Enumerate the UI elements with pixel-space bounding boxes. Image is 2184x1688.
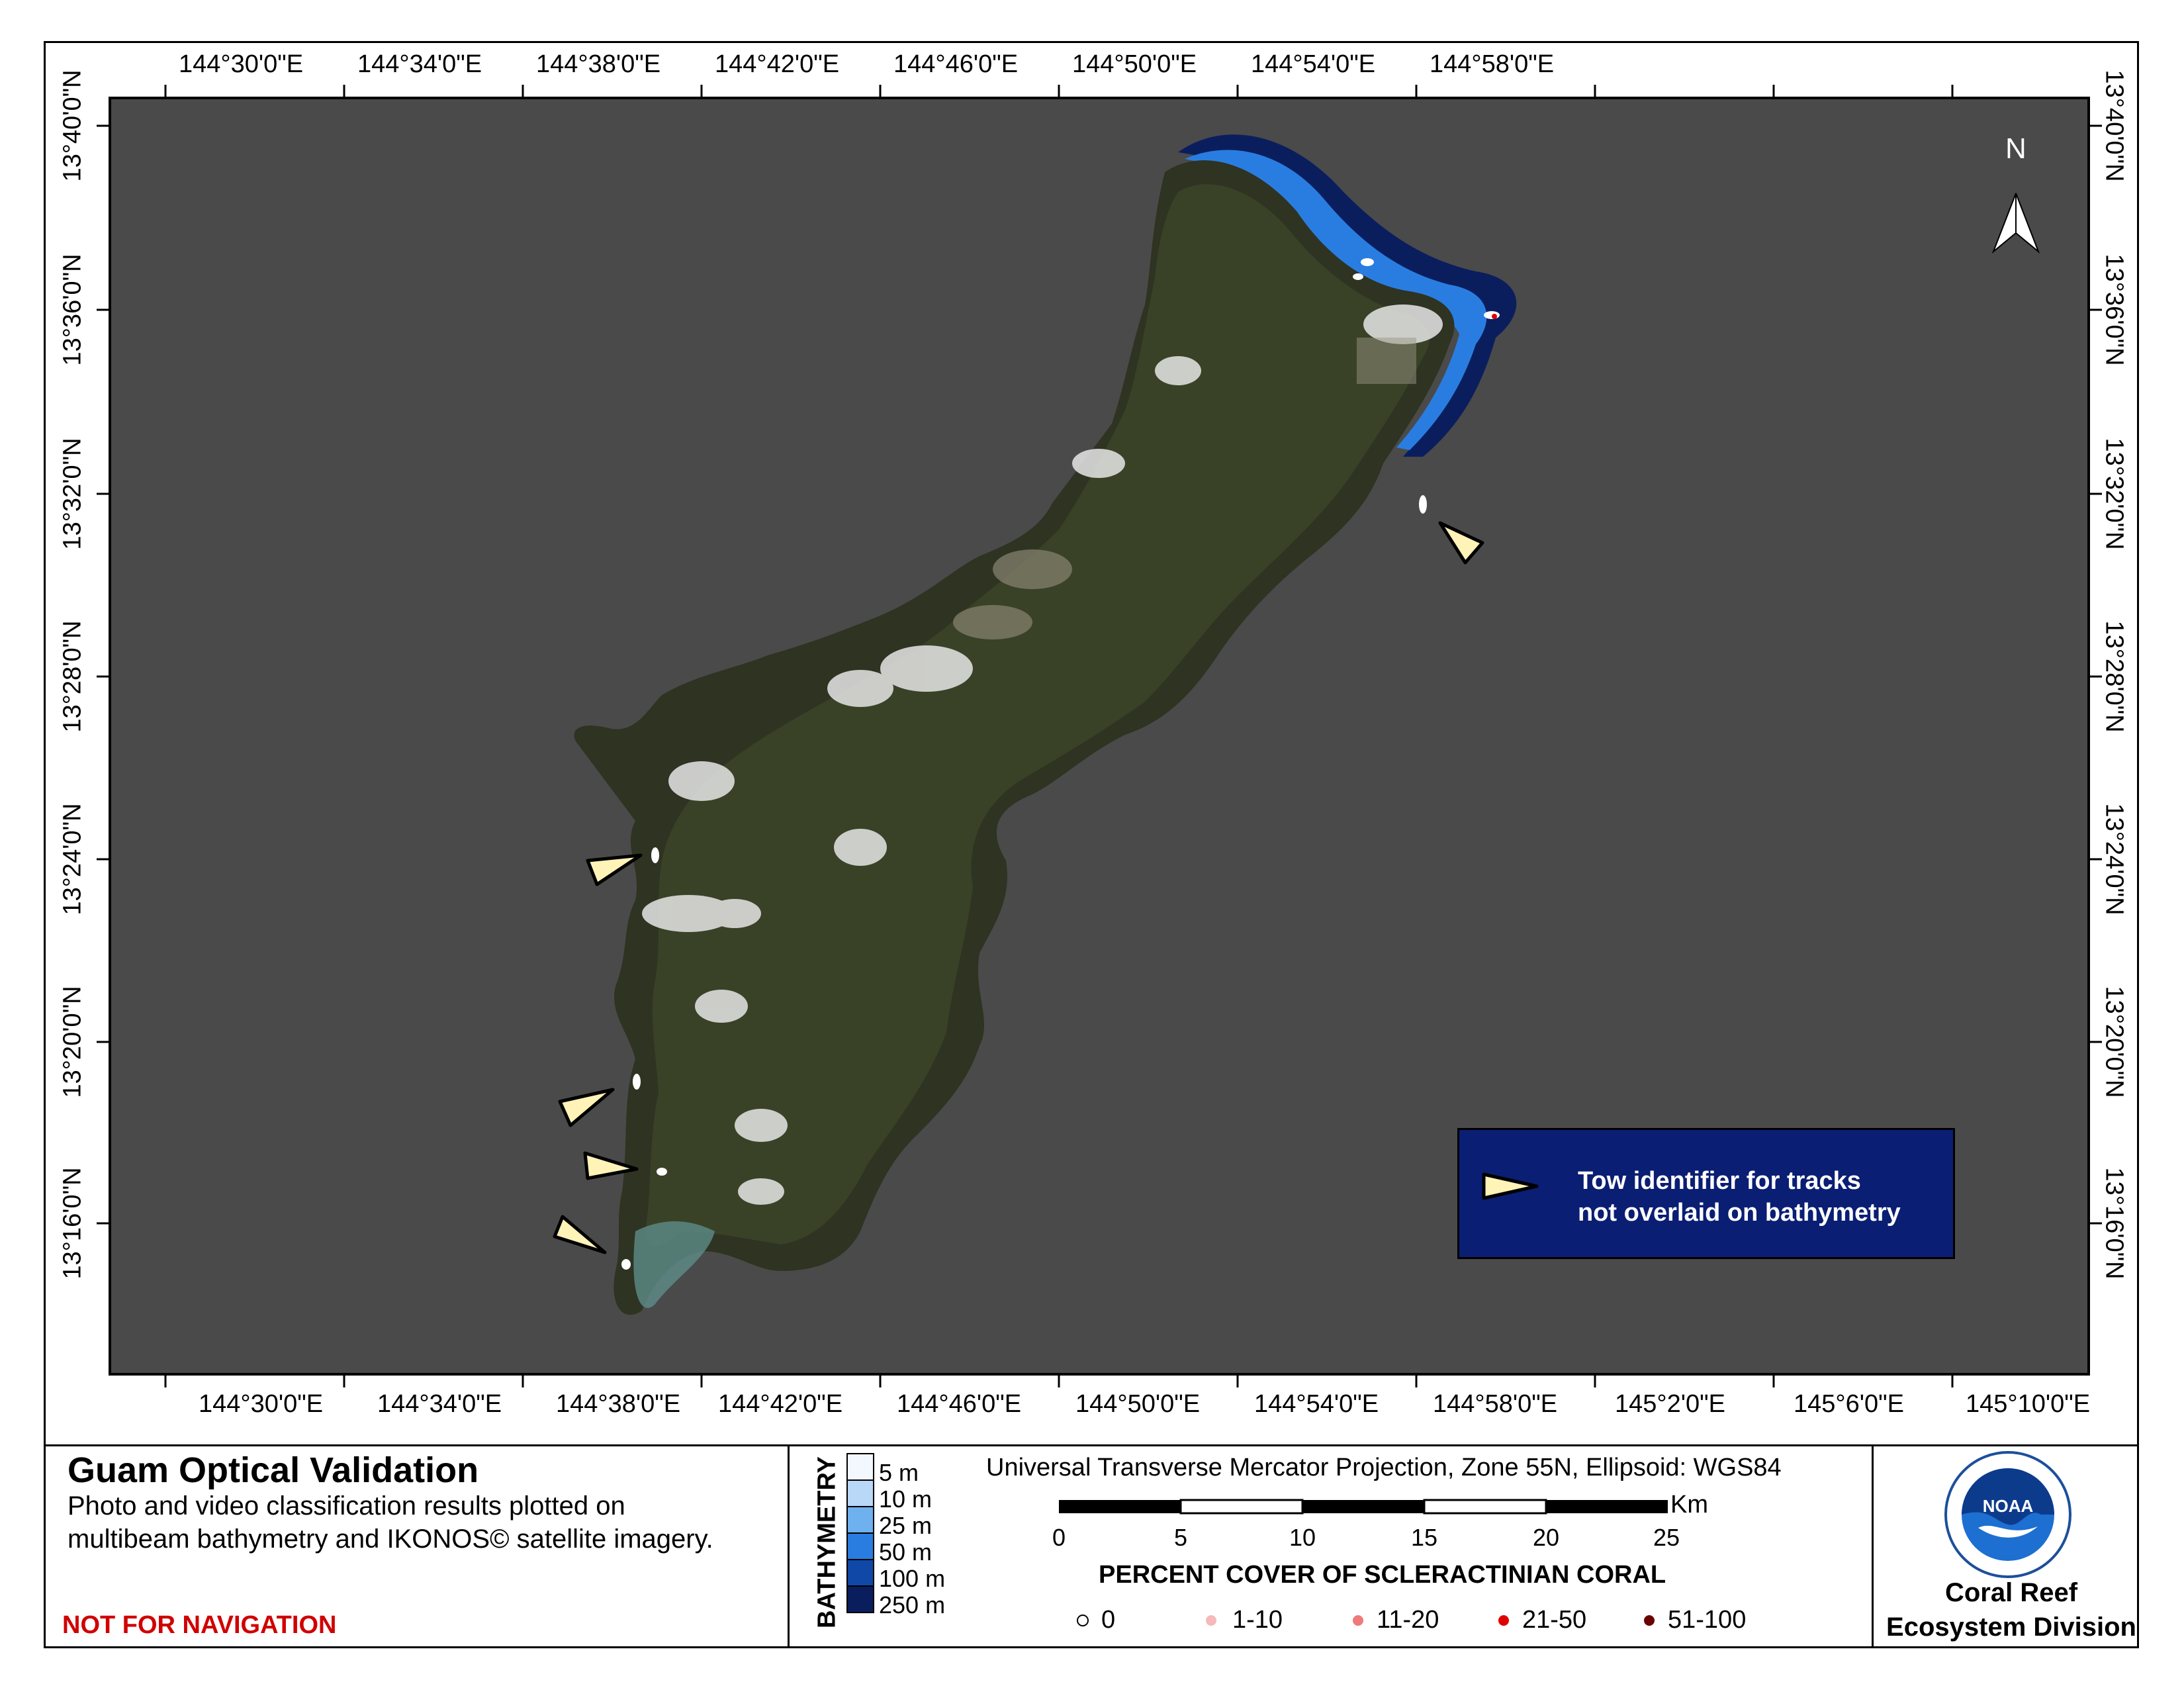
coral-class-label: 0: [1101, 1606, 1116, 1634]
svg-text:NOAA: NOAA: [1983, 1496, 2034, 1516]
agency-line1: Coral Reef: [1944, 1578, 2078, 1607]
bathymetry-level-label: 5 m: [879, 1459, 919, 1486]
scale-label: 15: [1410, 1524, 1438, 1551]
bottom-lon-label: 144°54'0"E: [1254, 1390, 1379, 1418]
tow-legend-line2: not overlaid on bathymetry: [1578, 1199, 1901, 1227]
bottom-lon-label: 145°10'0"E: [1966, 1390, 2091, 1418]
panel-divider: [788, 1446, 790, 1648]
coral-class-label: 11-20: [1377, 1606, 1439, 1634]
scale-label: 0: [1052, 1524, 1066, 1551]
coral-point-high: [1492, 314, 1497, 319]
scale-label: 25: [1653, 1524, 1680, 1551]
bathymetry-level-label: 250 m: [879, 1591, 946, 1618]
bottom-lon-label: 144°58'0"E: [1433, 1390, 1558, 1418]
bottom-lon-label: 145°2'0"E: [1615, 1390, 1725, 1418]
map-title: Guam Optical Validation: [68, 1450, 479, 1490]
scale-unit: Km: [1670, 1491, 1708, 1519]
navigation-warning: NOT FOR NAVIGATION: [62, 1611, 337, 1639]
bathymetry-level-label: 100 m: [879, 1565, 946, 1592]
bottom-lon-label: 144°30'0"E: [199, 1390, 324, 1418]
scale-label: 10: [1289, 1524, 1316, 1551]
coral-legend-title: PERCENT COVER OF SCLERACTINIAN CORAL: [1099, 1561, 1666, 1589]
bathymetry-legend-swatches: [846, 1453, 874, 1613]
bottom-lon-label: 144°34'0"E: [377, 1390, 502, 1418]
bathymetry-level-label: 50 m: [879, 1538, 933, 1566]
bathymetry-level-label: 10 m: [879, 1485, 933, 1513]
coral-legend-swatches: [1077, 1615, 1655, 1626]
bottom-lon-label: 144°50'0"E: [1075, 1390, 1201, 1418]
noaa-logo: NOAA: [1944, 1451, 2071, 1578]
bathymetry-level-label: 25 m: [879, 1512, 933, 1539]
north-label: N: [2005, 132, 2026, 165]
scale-label: 5: [1173, 1524, 1188, 1551]
tow-legend-line1: Tow identifier for tracks: [1578, 1167, 1861, 1195]
projection-info: Universal Transverse Mercator Projection…: [986, 1454, 1782, 1481]
agency-line2: Ecosystem Division: [1886, 1613, 2136, 1642]
bottom-lon-label: 144°46'0"E: [897, 1390, 1022, 1418]
bottom-lon-label: 145°6'0"E: [1794, 1390, 1904, 1418]
scale-label: 20: [1532, 1524, 1560, 1551]
agency-name: Coral Reef Ecosystem Division: [1882, 1575, 2140, 1644]
coral-class-label: 51-100: [1668, 1606, 1747, 1634]
map-description: Photo and video classification results p…: [68, 1491, 713, 1554]
coral-class-label: 21-50: [1522, 1606, 1587, 1634]
bottom-lon-label: 144°42'0"E: [718, 1390, 843, 1418]
coral-class-label: 1-10: [1232, 1606, 1283, 1634]
tow-legend-symbol: [1482, 1172, 1539, 1200]
bottom-lon-label: 144°38'0"E: [556, 1390, 681, 1418]
tow-legend-text: Tow identifier for tracks not overlaid o…: [1578, 1165, 1901, 1229]
scale-bar: [1059, 1499, 1668, 1515]
bathymetry-legend-title: BATHYMETRY: [813, 1456, 841, 1628]
